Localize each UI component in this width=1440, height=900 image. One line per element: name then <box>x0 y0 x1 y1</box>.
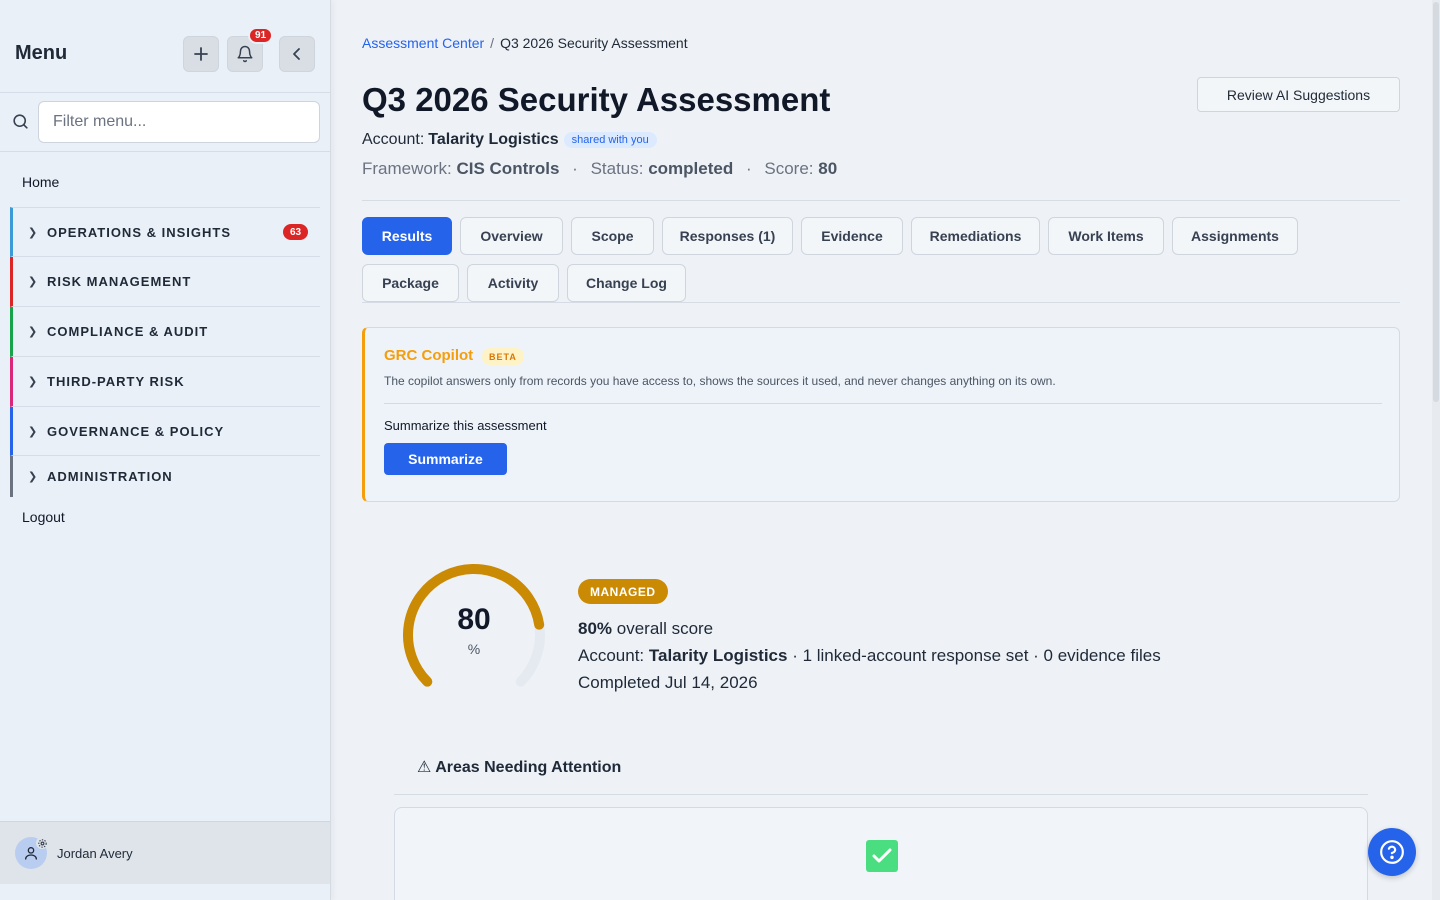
chevron-right-icon: ❯ <box>28 326 38 338</box>
sidebar-group-label: OPERATIONS & INSIGHTS <box>47 224 231 240</box>
sidebar-user-footer[interactable]: Jordan Avery <box>0 821 330 884</box>
tab-responses[interactable]: Responses (1) <box>662 217 793 255</box>
chevron-left-icon <box>293 48 300 60</box>
tab-work-items[interactable]: Work Items <box>1048 217 1164 255</box>
copilot-description: The copilot answers only from records yo… <box>384 374 1056 388</box>
divider <box>362 302 1400 303</box>
score-label: Score: <box>764 159 814 178</box>
filter-menu-input[interactable] <box>38 101 320 143</box>
add-button[interactable] <box>183 36 219 72</box>
sidebar-group-governance-policy[interactable]: ❯ GOVERNANCE & POLICY <box>10 407 320 456</box>
assessment-meta-line: Framework: CIS Controls · Status: comple… <box>362 159 837 179</box>
results-account-line: Account: Talarity Logistics · 1 linked-a… <box>578 646 1161 666</box>
chevron-right-icon: ❯ <box>28 376 38 388</box>
results-account-label: Account: <box>578 646 645 665</box>
sidebar-group-administration[interactable]: ❯ ADMINISTRATION <box>10 456 320 497</box>
collapse-sidebar-button[interactable] <box>279 36 315 72</box>
meta-separator: · <box>572 159 578 178</box>
sidebar-group-compliance-audit[interactable]: ❯ COMPLIANCE & AUDIT <box>10 307 320 357</box>
sidebar-title: Menu <box>15 42 68 64</box>
account-name: Talarity Logistics <box>428 131 559 148</box>
review-ai-suggestions-button[interactable]: Review AI Suggestions <box>1197 77 1400 112</box>
tab-assignments[interactable]: Assignments <box>1172 217 1298 255</box>
sidebar-item-home[interactable]: Home <box>22 174 59 190</box>
divider <box>362 200 1400 201</box>
tab-remediations[interactable]: Remediations <box>911 217 1040 255</box>
chevron-right-icon: ❯ <box>28 276 38 288</box>
sidebar-group-count-badge: 63 <box>283 224 308 240</box>
overall-score-text: overall score <box>616 619 714 638</box>
results-account-details: · 1 linked-account response set · 0 evid… <box>792 646 1161 665</box>
page-title: Q3 2026 Security Assessment <box>362 81 831 118</box>
sidebar-group-label: THIRD-PARTY RISK <box>47 374 185 389</box>
areas-needing-attention-title: Areas Needing Attention <box>435 759 622 776</box>
sidebar-group-label: RISK MANAGEMENT <box>47 274 192 289</box>
gauge-unit: % <box>467 641 481 657</box>
sidebar: Menu 91 Home ❯ OPERATIONS & INSIGHTS 63 … <box>0 0 331 900</box>
tab-overview[interactable]: Overview <box>460 217 563 255</box>
copilot-title: GRC Copilot <box>384 347 474 364</box>
warning-icon: ⚠ <box>417 759 432 776</box>
framework-value: CIS Controls <box>456 159 560 178</box>
search-icon <box>13 114 28 129</box>
maturity-level-badge: MANAGED <box>578 579 668 604</box>
sidebar-group-label: COMPLIANCE & AUDIT <box>47 324 209 339</box>
bell-icon <box>237 45 253 63</box>
tab-evidence[interactable]: Evidence <box>801 217 903 255</box>
score-value: 80 <box>818 159 838 178</box>
breadcrumb-separator: / <box>490 35 495 51</box>
sidebar-group-risk-management[interactable]: ❯ RISK MANAGEMENT <box>10 257 320 307</box>
beta-badge: BETA <box>482 348 524 365</box>
chevron-right-icon: ❯ <box>28 471 38 483</box>
sidebar-search <box>0 93 330 152</box>
gauge-value: 80 <box>457 603 491 636</box>
check-square-icon <box>866 840 898 872</box>
framework-label: Framework: <box>362 159 452 178</box>
chevron-right-icon: ❯ <box>28 425 38 438</box>
overall-score-pct: 80% <box>578 619 613 638</box>
breadcrumb-current: Q3 2026 Security Assessment <box>500 35 688 51</box>
summarize-button[interactable]: Summarize <box>384 443 507 475</box>
status-label: Status: <box>590 159 644 178</box>
sidebar-header: Menu 91 <box>0 0 330 93</box>
areas-needing-attention-heading: ⚠ Areas Needing Attention <box>417 757 621 777</box>
main-content: Assessment Center / Q3 2026 Security Asses… <box>331 0 1440 900</box>
tab-change-log[interactable]: Change Log <box>567 264 686 302</box>
divider <box>384 403 1382 404</box>
completed-date: Completed Jul 14, 2026 <box>578 673 758 692</box>
tab-package[interactable]: Package <box>362 264 459 302</box>
sidebar-item-logout[interactable]: Logout <box>22 509 65 525</box>
results-account-name: Talarity Logistics <box>648 646 788 665</box>
gear-icon <box>36 837 48 849</box>
account-line: Account: Talarity Logistics shared with … <box>362 131 657 149</box>
user-name: Jordan Avery <box>57 846 133 861</box>
sidebar-group-operations-insights[interactable]: ❯ OPERATIONS & INSIGHTS 63 <box>10 207 320 257</box>
sidebar-group-label: ADMINISTRATION <box>47 469 173 484</box>
notification-count-badge: 91 <box>248 27 274 44</box>
tab-results[interactable]: Results <box>362 217 452 255</box>
chevron-right-icon: ❯ <box>28 226 38 239</box>
breadcrumb-link-assessment-center[interactable]: Assessment Center <box>362 35 484 51</box>
copilot-card: GRC Copilot BETA The copilot answers onl… <box>362 327 1400 502</box>
divider <box>394 794 1368 795</box>
sidebar-group-third-party-risk[interactable]: ❯ THIRD-PARTY RISK <box>10 357 320 407</box>
copilot-prompt-label: Summarize this assessment <box>384 418 547 433</box>
shared-badge: shared with you <box>563 132 657 148</box>
status-value: completed <box>648 159 734 178</box>
tab-scope[interactable]: Scope <box>571 217 654 255</box>
tab-activity[interactable]: Activity <box>467 264 559 302</box>
breadcrumb: Assessment Center / Q3 2026 Security Asses… <box>362 35 688 51</box>
account-label: Account: <box>362 131 425 148</box>
scrollbar-thumb[interactable] <box>1433 2 1439 402</box>
help-button[interactable] <box>1368 828 1416 876</box>
attention-card <box>394 807 1368 900</box>
plus-icon <box>194 47 208 61</box>
sidebar-group-label: GOVERNANCE & POLICY <box>47 423 225 439</box>
overall-score-line: 80% overall score <box>578 619 713 639</box>
meta-separator: · <box>745 159 752 178</box>
help-circle-icon <box>1380 840 1404 864</box>
